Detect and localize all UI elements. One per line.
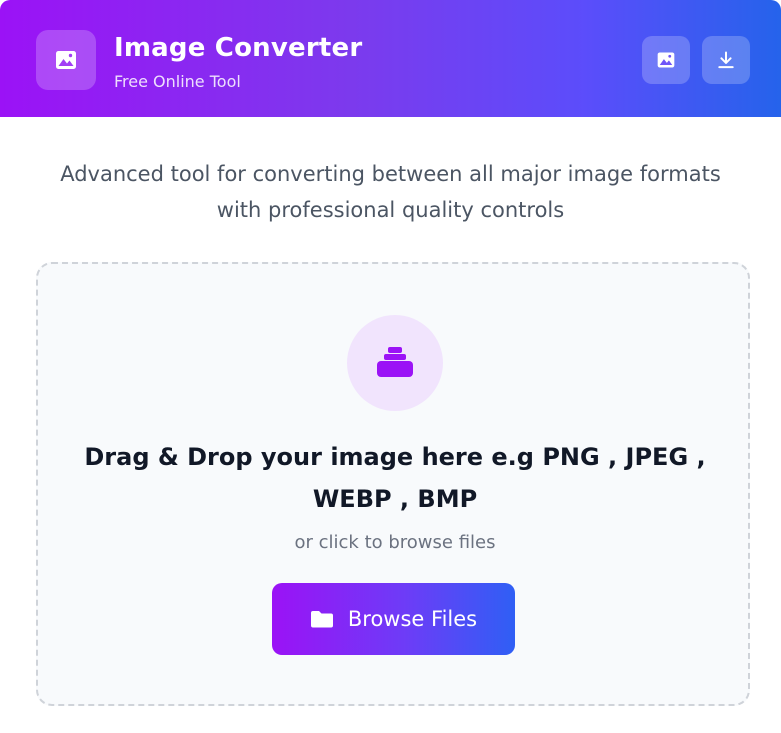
logo bbox=[36, 30, 96, 90]
image-button[interactable] bbox=[642, 36, 690, 84]
app-title: Image Converter bbox=[114, 33, 363, 63]
upload-stack-icon bbox=[377, 347, 413, 377]
browse-files-label: Browse Files bbox=[347, 607, 478, 631]
image-dropzone[interactable]: Drag & Drop your image here e.g PNG , JP… bbox=[36, 262, 750, 706]
page: Image Converter Free Online Tool Advance… bbox=[0, 0, 781, 733]
folder-icon bbox=[310, 609, 334, 629]
image-icon bbox=[657, 52, 675, 68]
image-icon bbox=[56, 51, 76, 69]
download-icon bbox=[718, 51, 734, 69]
app-subtitle: Free Online Tool bbox=[114, 72, 241, 91]
browse-files-button[interactable]: Browse Files bbox=[272, 583, 515, 655]
download-button[interactable] bbox=[702, 36, 750, 84]
app-header: Image Converter Free Online Tool bbox=[0, 0, 781, 117]
dropzone-title: Drag & Drop your image here e.g PNG , JP… bbox=[84, 443, 706, 513]
upload-icon-badge bbox=[347, 315, 443, 411]
dropzone-subtitle: or click to browse files bbox=[294, 532, 496, 553]
tool-description: Advanced tool for converting between all… bbox=[60, 162, 721, 222]
